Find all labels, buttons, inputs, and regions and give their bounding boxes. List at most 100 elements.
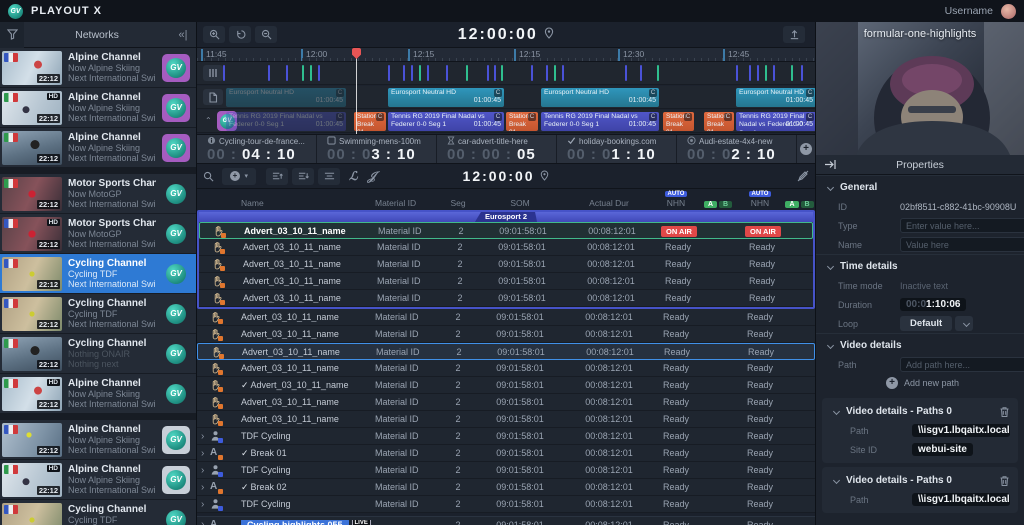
delete-path-button[interactable] bbox=[999, 405, 1010, 423]
column-seg[interactable]: Seg bbox=[441, 198, 475, 208]
undo-button[interactable] bbox=[229, 26, 251, 43]
playlist-row[interactable]: ›TDF CyclingMaterial ID209:01:58:0100:08… bbox=[197, 496, 815, 513]
channel-item[interactable]: 22:12Alpine ChannelNow Alpine SkiingNext… bbox=[0, 128, 196, 167]
playlist-row[interactable]: Advert_03_10_11_nameMaterial ID209:01:58… bbox=[199, 256, 813, 273]
channel-item[interactable]: 22:12Cycling ChannelCycling TDFNext Inte… bbox=[0, 254, 196, 293]
channel-b-badge[interactable]: B bbox=[801, 201, 814, 208]
secondary-event-tick[interactable] bbox=[286, 65, 288, 81]
playlist-row[interactable]: ›A✓Break 02Material ID209:01:58:0100:08:… bbox=[197, 479, 815, 496]
playlist-row[interactable]: Advert_03_10_11_nameMaterial ID209:01:58… bbox=[199, 239, 813, 256]
edit-disabled-button[interactable] bbox=[797, 170, 809, 182]
secondary-event-tick[interactable] bbox=[466, 65, 468, 81]
secondary-event-tick[interactable] bbox=[302, 65, 304, 81]
channel-item[interactable]: HD22:12Motor Sports ChannelNow MotoGPNex… bbox=[0, 214, 196, 253]
secondary-event-tick[interactable] bbox=[223, 65, 225, 81]
column-name[interactable]: Name bbox=[237, 198, 371, 208]
secondary-event-tick[interactable] bbox=[427, 65, 429, 81]
add-countdown-button[interactable]: + bbox=[797, 135, 815, 163]
schedule-block[interactable]: Station Break 01C bbox=[354, 112, 386, 131]
playlist-row[interactable]: ›ACycling highlights 055LIVE209:01:58:01… bbox=[197, 516, 815, 525]
column-material-id[interactable]: Material ID bbox=[371, 198, 441, 208]
playhead-line[interactable] bbox=[356, 48, 357, 134]
script-j-icon[interactable]: 𝒥 bbox=[368, 169, 376, 184]
secondary-event-tick[interactable] bbox=[419, 65, 421, 81]
secondary-event-tick[interactable] bbox=[625, 65, 627, 81]
schedule-block[interactable]: Tennis RG 2019 Final Nadal vs Federer 0-… bbox=[541, 112, 659, 131]
playlist-row[interactable]: Advert_03_10_11_nameMaterial ID209:01:58… bbox=[199, 290, 813, 307]
secondary-event-tick[interactable] bbox=[310, 65, 312, 81]
user-avatar[interactable] bbox=[1001, 4, 1016, 19]
countdown-timer[interactable]: Audi-estate-4x4-new00 : 02 : 10 bbox=[677, 135, 797, 163]
schedule-block[interactable]: Tennis RG 2019 Final Nadal vs Federer 0-… bbox=[388, 112, 504, 131]
playlist-row[interactable]: Advert_03_10_11_nameMaterial ID209:01:58… bbox=[197, 309, 815, 326]
column-actual-dur[interactable]: Actual Dur bbox=[565, 198, 653, 208]
section-general[interactable]: General bbox=[816, 175, 1024, 197]
collapse-rows-button[interactable] bbox=[318, 168, 340, 185]
playlist-row[interactable]: Advert_03_10_11_nameMaterial ID209:01:58… bbox=[199, 222, 813, 239]
card-path-value[interactable]: \\isgv1.lbqaitx.local\s... bbox=[912, 493, 1010, 506]
schedule-block[interactable]: Eurosport Neutral HDC01:00:45 bbox=[226, 88, 346, 107]
channel-item[interactable]: 22:12Alpine ChannelNow Alpine SkiingNext… bbox=[0, 420, 196, 459]
column-nhn-2[interactable]: NHN bbox=[751, 198, 769, 208]
secondary-event-tick[interactable] bbox=[487, 65, 489, 81]
channel-item[interactable]: 22:12Cycling ChannelNothing ONAIRNothing… bbox=[0, 334, 196, 373]
countdown-timer[interactable]: holiday-bookings.com00 : 01 : 10 bbox=[557, 135, 677, 163]
expand-chevron-icon[interactable]: › bbox=[201, 482, 208, 493]
playlist-row[interactable]: Advert_03_10_11_nameMaterial ID209:01:58… bbox=[197, 360, 815, 377]
expand-chevron-icon[interactable]: › bbox=[201, 465, 208, 476]
schedule-block[interactable]: Tennis RG 2019 Final Nadal vs Federer 0-… bbox=[736, 112, 816, 131]
zoom-out-button[interactable] bbox=[255, 26, 277, 43]
countdown-timer[interactable]: Cycling-tour-de-france...00 : 04 : 10 bbox=[197, 135, 317, 163]
playlist-row[interactable]: ✓Advert_03_10_11_nameMaterial ID209:01:5… bbox=[197, 377, 815, 394]
section-time-details[interactable]: Time details bbox=[816, 254, 1024, 276]
section-video-details[interactable]: Video details bbox=[816, 333, 1024, 355]
zoom-in-button[interactable] bbox=[203, 26, 225, 43]
playlist-row[interactable]: ›A✓Break 01Material ID209:01:58:0100:08:… bbox=[197, 445, 815, 462]
playlist-row[interactable]: Advert_03_10_11_nameMaterial ID209:01:58… bbox=[197, 343, 815, 360]
schedule-block[interactable]: Eurosport Neutral HDC01:00:45 bbox=[736, 88, 816, 107]
schedule-block[interactable]: Tennis RG 2019 Final Nadal vs Federer 0-… bbox=[226, 112, 346, 131]
username-label[interactable]: Username bbox=[945, 5, 993, 17]
card-title[interactable]: Video details - Paths 0 bbox=[822, 469, 1018, 490]
expand-chevron-icon[interactable]: › bbox=[201, 499, 208, 510]
expand-chevron-icon[interactable]: › bbox=[201, 448, 208, 459]
schedule-block[interactable]: Eurosport Neutral HDC01:00:45 bbox=[388, 88, 504, 107]
secondary-event-tick[interactable] bbox=[318, 65, 320, 81]
card-site-value[interactable]: webui-site bbox=[912, 443, 973, 456]
filter-button[interactable] bbox=[0, 22, 24, 48]
expand-chevron-icon[interactable]: › bbox=[201, 519, 208, 525]
add-new-path-button[interactable]: +Add new path bbox=[816, 374, 1024, 394]
path-field[interactable] bbox=[900, 357, 1024, 372]
secondary-event-tick[interactable] bbox=[554, 65, 556, 81]
video-preview[interactable]: formular-one-highlights bbox=[816, 22, 1024, 155]
secondary-event-tick[interactable] bbox=[494, 65, 496, 81]
playlist-row[interactable]: Advert_03_10_11_nameMaterial ID209:01:58… bbox=[197, 326, 815, 343]
secondary-event-tick[interactable] bbox=[757, 65, 759, 81]
channel-item[interactable]: 22:12Motor Sports ChannelNow MotoGPNext … bbox=[0, 174, 196, 213]
card-path-value[interactable]: \\isgv1.lbqaitx.local\s... bbox=[912, 424, 1010, 437]
secondary-event-tick[interactable] bbox=[765, 65, 767, 81]
channel-a-badge[interactable]: A bbox=[785, 201, 798, 208]
secondary-events-track[interactable] bbox=[197, 62, 815, 85]
duration-field[interactable]: 00:01:10:06 bbox=[900, 298, 966, 311]
channel-item[interactable]: HD22:12Alpine ChannelNow Alpine SkiingNe… bbox=[0, 88, 196, 127]
type-field[interactable] bbox=[900, 218, 1024, 233]
secondary-event-tick[interactable] bbox=[546, 65, 548, 81]
schedule-block[interactable]: Station Break 01C bbox=[506, 112, 538, 131]
countdown-timer[interactable]: car-advert-title-here00 : 00 : 05 bbox=[437, 135, 557, 163]
secondary-event-tick[interactable] bbox=[562, 65, 564, 81]
move-top-button[interactable] bbox=[266, 168, 288, 185]
secondary-event-tick[interactable] bbox=[403, 65, 405, 81]
playlist-row[interactable]: Advert_03_10_11_nameMaterial ID209:01:58… bbox=[197, 411, 815, 428]
schedule-block[interactable]: Eurosport Neutral HDC01:00:45 bbox=[541, 88, 659, 107]
secondary-event-tick[interactable] bbox=[501, 65, 503, 81]
channel-item[interactable]: 22:12Alpine ChannelNow Alpine SkiingNext… bbox=[0, 48, 196, 87]
secondary-event-tick[interactable] bbox=[736, 65, 738, 81]
channel-b-badge[interactable]: B bbox=[719, 201, 732, 208]
loop-chevron-button[interactable] bbox=[955, 316, 973, 331]
schedule-block[interactable]: Station Break 01C bbox=[704, 112, 734, 131]
schedule-block[interactable]: Station Break 01C bbox=[663, 112, 694, 131]
secondary-event-tick[interactable] bbox=[446, 65, 448, 81]
secondary-event-tick[interactable] bbox=[791, 65, 793, 81]
channel-item[interactable]: HD22:12Alpine ChannelNow Alpine SkiingNe… bbox=[0, 374, 196, 413]
